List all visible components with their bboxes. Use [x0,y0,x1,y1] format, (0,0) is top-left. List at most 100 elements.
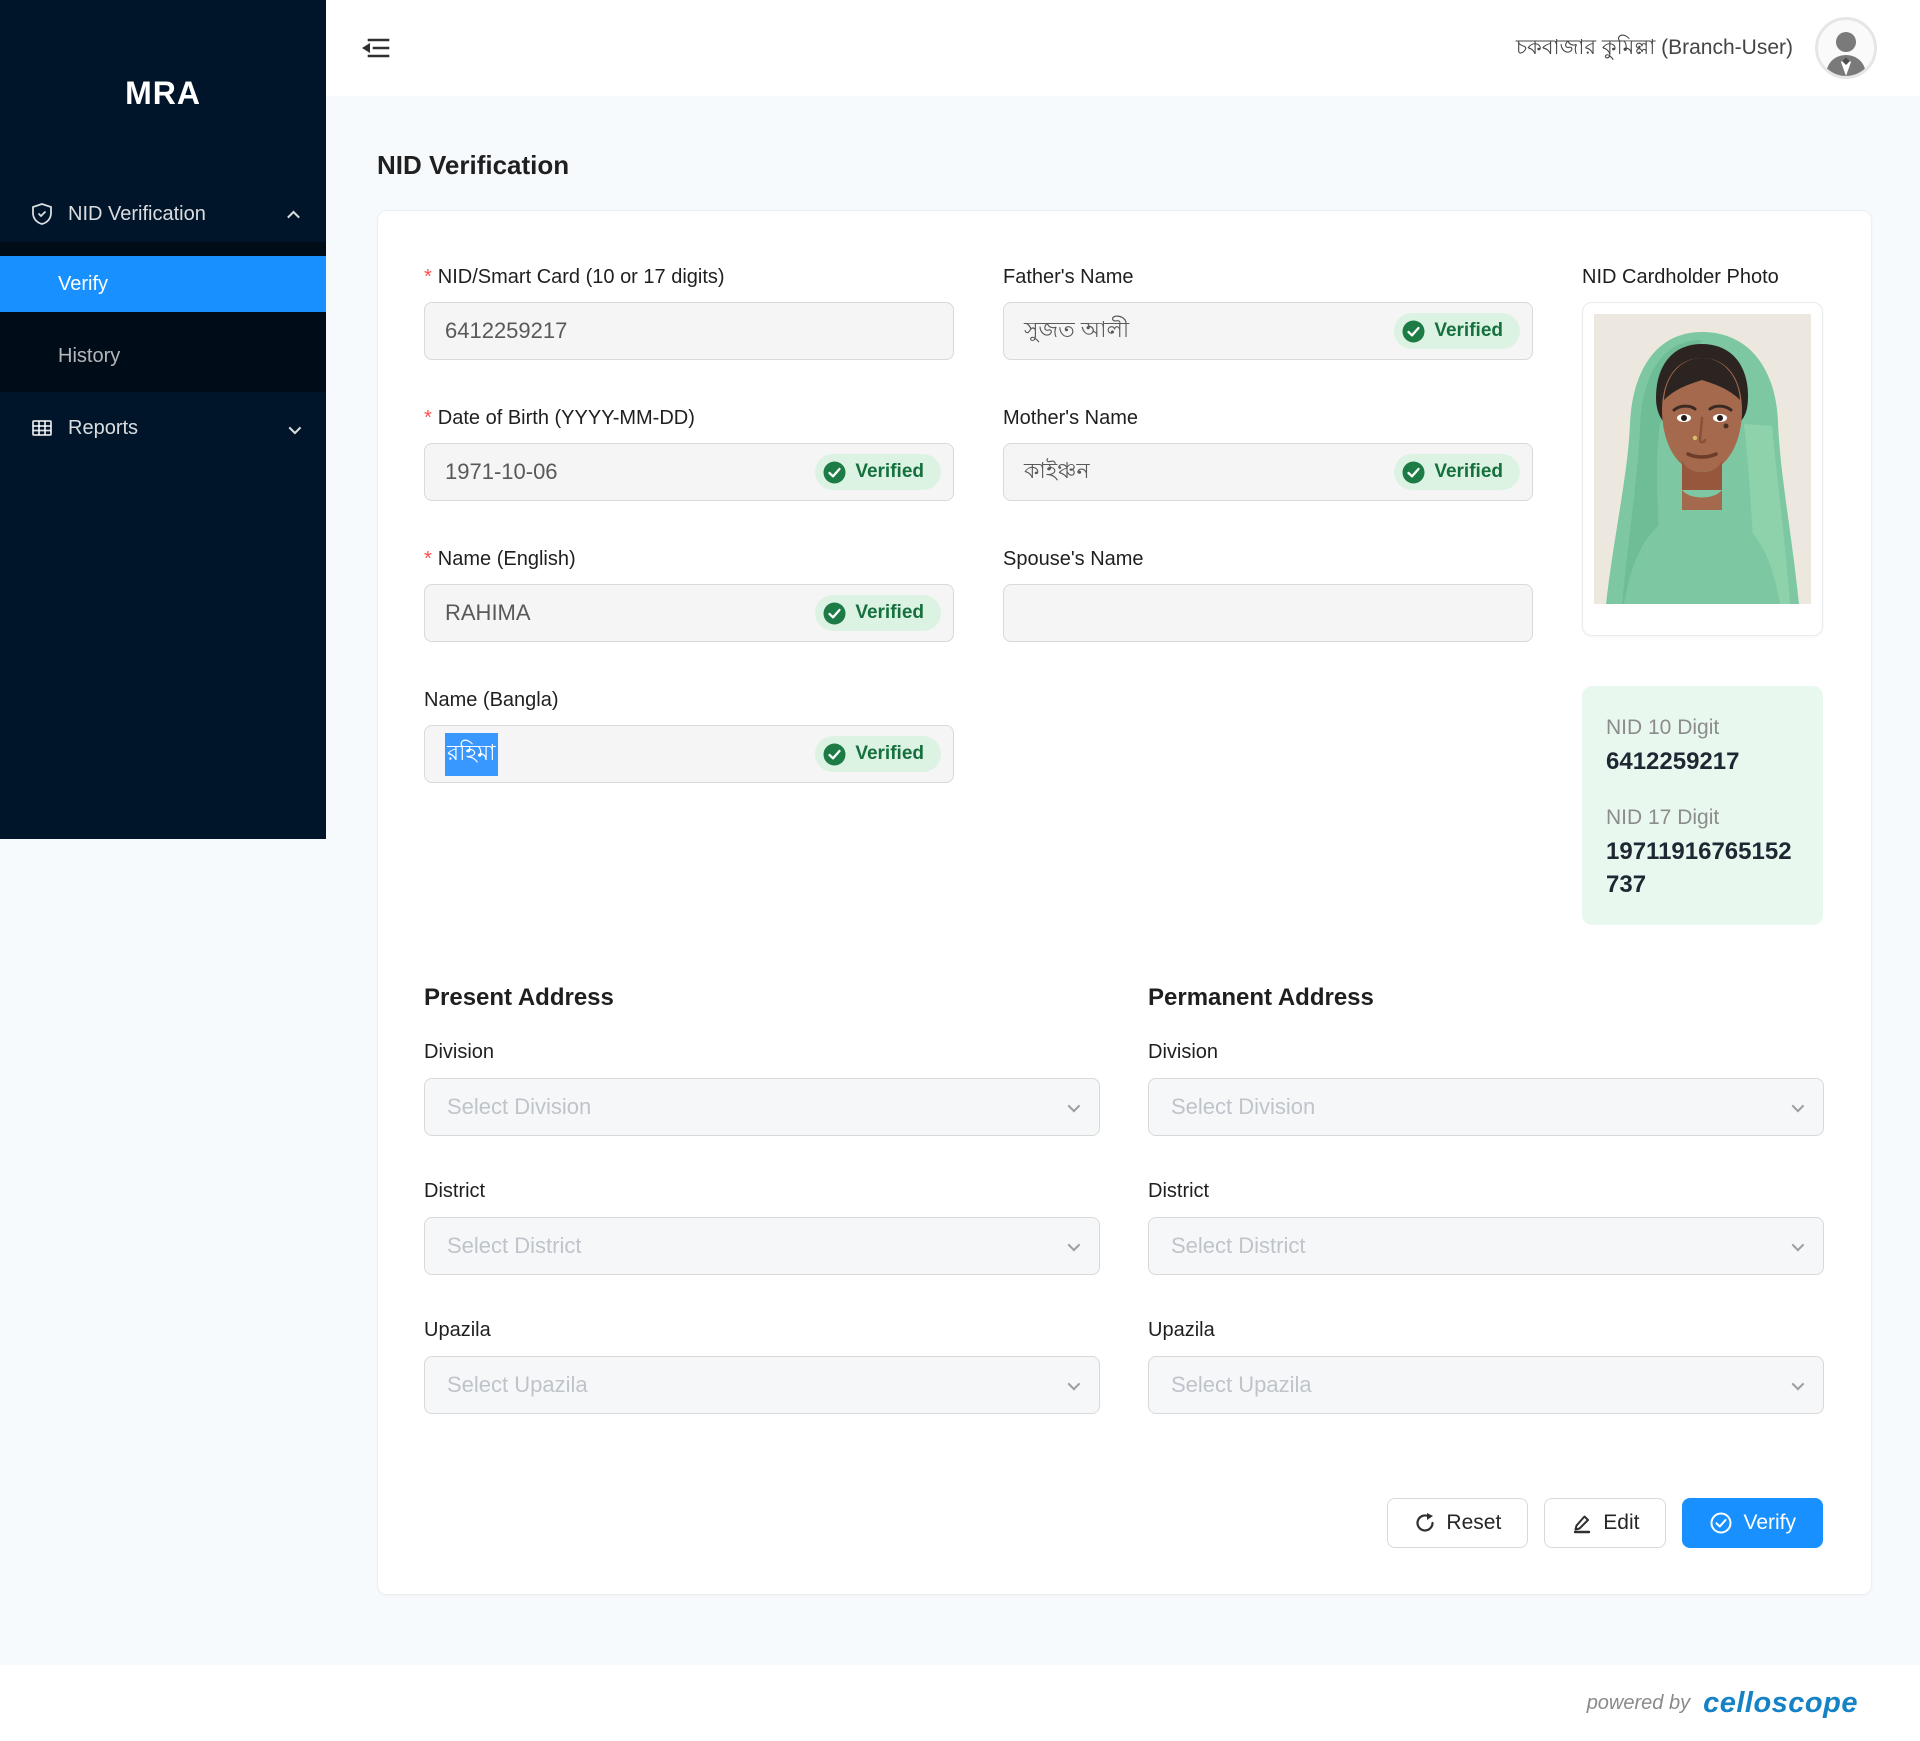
permanent-district-field: District Select District [1148,1180,1824,1275]
verify-button[interactable]: Verify [1682,1498,1823,1548]
permanent-address-column: Permanent Address Division Select Divisi… [1148,984,1824,1458]
reset-button[interactable]: Reset [1387,1498,1528,1548]
shield-certificate-icon [30,202,54,226]
name-bangla-label-row: Name (Bangla) [424,689,954,712]
verify-button-label: Verify [1743,1511,1796,1535]
person-icon [1820,24,1872,76]
permanent-district-placeholder: Select District [1171,1233,1305,1259]
celloscope-logo-text: celloscope [1703,1687,1858,1720]
chevron-down-icon [1068,1377,1081,1390]
name-english-label-row: * Name (English) [424,548,954,571]
chevron-down-icon [1068,1238,1081,1251]
chevron-down-icon [1068,1099,1081,1112]
permanent-district-label: District [1148,1180,1824,1203]
check-circle-icon [823,461,846,484]
present-district-label: District [424,1180,1100,1203]
mother-name-label: Mother's Name [1003,407,1138,430]
dob-field: * Date of Birth (YYYY-MM-DD) 1971-10-06 [424,407,954,501]
verified-badge-label: Verified [855,602,924,624]
check-circle-icon [1402,461,1425,484]
reset-reload-icon [1414,1512,1436,1534]
verified-badge-label: Verified [855,743,924,765]
mother-name-label-row: Mother's Name [1003,407,1533,430]
permanent-division-field: Division Select Division [1148,1041,1824,1136]
form-column-photo: NID Cardholder Photo [1582,266,1823,925]
name-english-input[interactable]: RAHIMA Verified [424,584,954,642]
permanent-upazila-label: Upazila [1148,1319,1824,1342]
sidebar: MRA NID Verification Verify History [0,0,326,839]
required-asterisk: * [424,548,432,571]
sidebar-item-label: Reports [68,417,138,440]
brand: MRA [0,0,326,186]
nid-10-digit-label: NID 10 Digit [1606,716,1799,740]
sidebar-item-label: NID Verification [68,203,206,226]
dob-field-label: Date of Birth (YYYY-MM-DD) [438,407,695,430]
sidebar-item-label: Verify [58,273,108,296]
check-circle-icon [823,743,846,766]
verified-badge: Verified [815,736,941,772]
chevron-down-icon [1792,1377,1805,1390]
nid-field: * NID/Smart Card (10 or 17 digits) 64122… [424,266,954,360]
father-name-value: সুজত আলী [1024,313,1129,350]
present-upazila-field: Upazila Select Upazila [424,1319,1100,1414]
spouse-name-input[interactable] [1003,584,1533,642]
page-footer: powered by celloscope [0,1665,1920,1741]
present-district-placeholder: Select District [447,1233,581,1259]
sidebar-item-history[interactable]: History [0,328,326,384]
permanent-division-select[interactable]: Select Division [1148,1078,1824,1136]
present-upazila-select[interactable]: Select Upazila [424,1356,1100,1414]
sidebar-item-nid-verification[interactable]: NID Verification [0,186,326,242]
name-bangla-input[interactable]: রহিমা Verified [424,725,954,783]
present-division-select[interactable]: Select Division [424,1078,1100,1136]
permanent-upazila-select[interactable]: Select Upazila [1148,1356,1824,1414]
present-division-placeholder: Select Division [447,1094,591,1120]
mother-name-input[interactable]: কাইঞ্চন Verified [1003,443,1533,501]
present-district-select[interactable]: Select District [424,1217,1100,1275]
reset-button-label: Reset [1446,1511,1501,1535]
header-user-area: চকবাজার কুমিল্লা (Branch-User) [1516,17,1877,79]
sidebar-collapse-button[interactable] [358,31,392,65]
nid-10-digit-group: NID 10 Digit 6412259217 [1606,716,1799,778]
dob-input[interactable]: 1971-10-06 Verified [424,443,954,501]
verified-badge-label: Verified [1434,461,1503,483]
chevron-down-icon [1792,1099,1805,1112]
spouse-name-label-row: Spouse's Name [1003,548,1533,571]
form-grid: * NID/Smart Card (10 or 17 digits) 64122… [424,266,1823,925]
sidebar-item-verify[interactable]: Verify [0,256,326,312]
father-name-input[interactable]: সুজত আলী Verified [1003,302,1533,360]
name-english-field: * Name (English) RAHIMA V [424,548,954,642]
table-icon [30,416,54,440]
present-division-field: Division Select Division [424,1041,1100,1136]
name-bangla-value-selected: রহিমা [445,733,498,776]
nid-digits-panel: NID 10 Digit 6412259217 NID 17 Digit 197… [1582,686,1823,925]
verified-badge: Verified [815,454,941,490]
spouse-name-field: Spouse's Name [1003,548,1533,642]
verified-badge: Verified [1394,454,1520,490]
father-name-label-row: Father's Name [1003,266,1533,289]
check-circle-icon [1402,320,1425,343]
nid-field-label: NID/Smart Card (10 or 17 digits) [438,266,725,289]
edit-button-label: Edit [1603,1511,1639,1535]
nid-field-label-row: * NID/Smart Card (10 or 17 digits) [424,266,954,289]
permanent-district-select[interactable]: Select District [1148,1217,1824,1275]
dob-field-label-row: * Date of Birth (YYYY-MM-DD) [424,407,954,430]
edit-pencil-icon [1571,1512,1593,1534]
form-column-middle: Father's Name সুজত আলী Verified [1003,266,1533,925]
present-division-label: Division [424,1041,1100,1064]
menu-fold-icon [359,32,391,64]
sidebar-item-reports[interactable]: Reports [0,400,326,456]
permanent-upazila-field: Upazila Select Upazila [1148,1319,1824,1414]
nid-input[interactable]: 6412259217 [424,302,954,360]
edit-button[interactable]: Edit [1544,1498,1666,1548]
photo-label: NID Cardholder Photo [1582,266,1823,289]
required-asterisk: * [424,407,432,430]
nid-17-digit-value: 19711916765152737 [1606,836,1799,901]
nid-17-digit-group: NID 17 Digit 19711916765152737 [1606,806,1799,901]
address-section: Present Address Division Select Division… [424,984,1823,1458]
chevron-down-icon [289,417,298,440]
present-upazila-label: Upazila [424,1319,1100,1342]
present-address-column: Present Address Division Select Division… [424,984,1100,1458]
cardholder-photo [1594,314,1811,604]
user-avatar[interactable] [1815,17,1877,79]
mother-name-value: কাইঞ্চন [1024,454,1090,491]
